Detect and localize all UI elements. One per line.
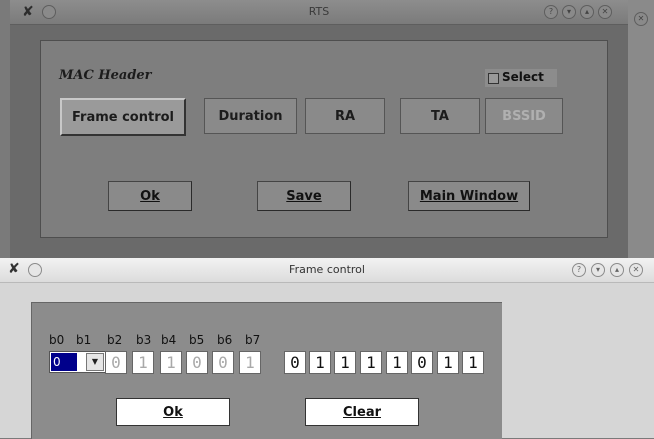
main-window-label: Main Window: [419, 188, 519, 204]
bit-label: b1: [76, 333, 92, 347]
bit-label: b0: [49, 333, 65, 347]
bit-cell[interactable]: 1: [334, 351, 356, 374]
bit-cell[interactable]: 1: [309, 351, 331, 374]
maximize-icon[interactable]: ▴: [580, 5, 594, 19]
clear-button[interactable]: Clear: [305, 398, 419, 426]
frame-control-title: Frame control: [289, 263, 365, 276]
fc-ok-label: Ok: [163, 404, 183, 420]
help-icon[interactable]: ?: [572, 263, 586, 277]
save-label: Save: [286, 188, 322, 204]
checkbox-icon[interactable]: [488, 73, 499, 84]
bit-combo-select[interactable]: 0 ▼: [49, 351, 106, 373]
bit-label: b7: [245, 333, 261, 347]
bit-cell: 0: [186, 351, 208, 374]
rts-window: ✘ RTS ? ▾ ▴ ✕ MAC Header Select Frame co…: [10, 0, 628, 258]
mac-header-label: MAC Header: [59, 68, 152, 83]
bit-cell: 0: [105, 351, 127, 374]
maximize-icon[interactable]: ▴: [610, 263, 624, 277]
bit-cell[interactable]: 0: [284, 351, 306, 374]
bit-cell: 1: [239, 351, 261, 374]
frame-control-button[interactable]: Frame control: [60, 98, 186, 136]
frame-control-titlebar: ✘ Frame control ? ▾ ▴ ✕: [0, 258, 654, 283]
bit-label: b6: [217, 333, 233, 347]
frame-control-window: ✘ Frame control ? ▾ ▴ ✕ b0 b1 b2 b3 b4 b…: [0, 258, 654, 439]
select-label: Select: [502, 70, 544, 84]
select-checkbox[interactable]: Select: [485, 69, 557, 87]
bit-label: b4: [161, 333, 177, 347]
bit-cell: 1: [160, 351, 182, 374]
bit-cell[interactable]: 1: [360, 351, 382, 374]
ok-button[interactable]: Ok: [108, 181, 192, 211]
minimize-icon[interactable]: ▾: [591, 263, 605, 277]
bit-cell: 1: [132, 351, 154, 374]
clear-label: Clear: [343, 404, 381, 420]
mac-header-panel: MAC Header Select Frame control Duration…: [40, 40, 608, 238]
minimize-icon[interactable]: ▾: [562, 5, 576, 19]
rts-window-title: RTS: [308, 5, 330, 18]
rts-titlebar: ✘ RTS ? ▾ ▴ ✕: [10, 0, 628, 25]
close-icon[interactable]: ✕: [634, 12, 648, 26]
bit-cell: 0: [212, 351, 234, 374]
main-window-button[interactable]: Main Window: [408, 181, 530, 211]
bit-label: b3: [136, 333, 152, 347]
chevron-down-icon[interactable]: ▼: [86, 353, 104, 371]
help-icon[interactable]: ?: [544, 5, 558, 19]
ra-button[interactable]: RA: [305, 98, 385, 134]
bit-cell[interactable]: 1: [386, 351, 408, 374]
bit-cell[interactable]: 0: [411, 351, 433, 374]
frame-control-panel: b0 b1 b2 b3 b4 b5 b6 b7 0 ▼ 0 1 1 0 0 1 …: [31, 302, 502, 439]
ta-button[interactable]: TA: [400, 98, 480, 134]
ok-label: Ok: [140, 188, 160, 204]
bit-cell[interactable]: 1: [462, 351, 484, 374]
duration-button[interactable]: Duration: [204, 98, 297, 134]
bit-label: b5: [189, 333, 205, 347]
fc-ok-button[interactable]: Ok: [116, 398, 230, 426]
close-icon[interactable]: ✕: [629, 263, 643, 277]
close-icon[interactable]: ✕: [598, 5, 612, 19]
bit-label: b2: [107, 333, 123, 347]
combo-value: 0: [51, 353, 77, 371]
bssid-button: BSSID: [485, 98, 563, 134]
background-window-strip: ✕: [628, 0, 654, 258]
save-button[interactable]: Save: [257, 181, 351, 211]
bit-cell[interactable]: 1: [437, 351, 459, 374]
